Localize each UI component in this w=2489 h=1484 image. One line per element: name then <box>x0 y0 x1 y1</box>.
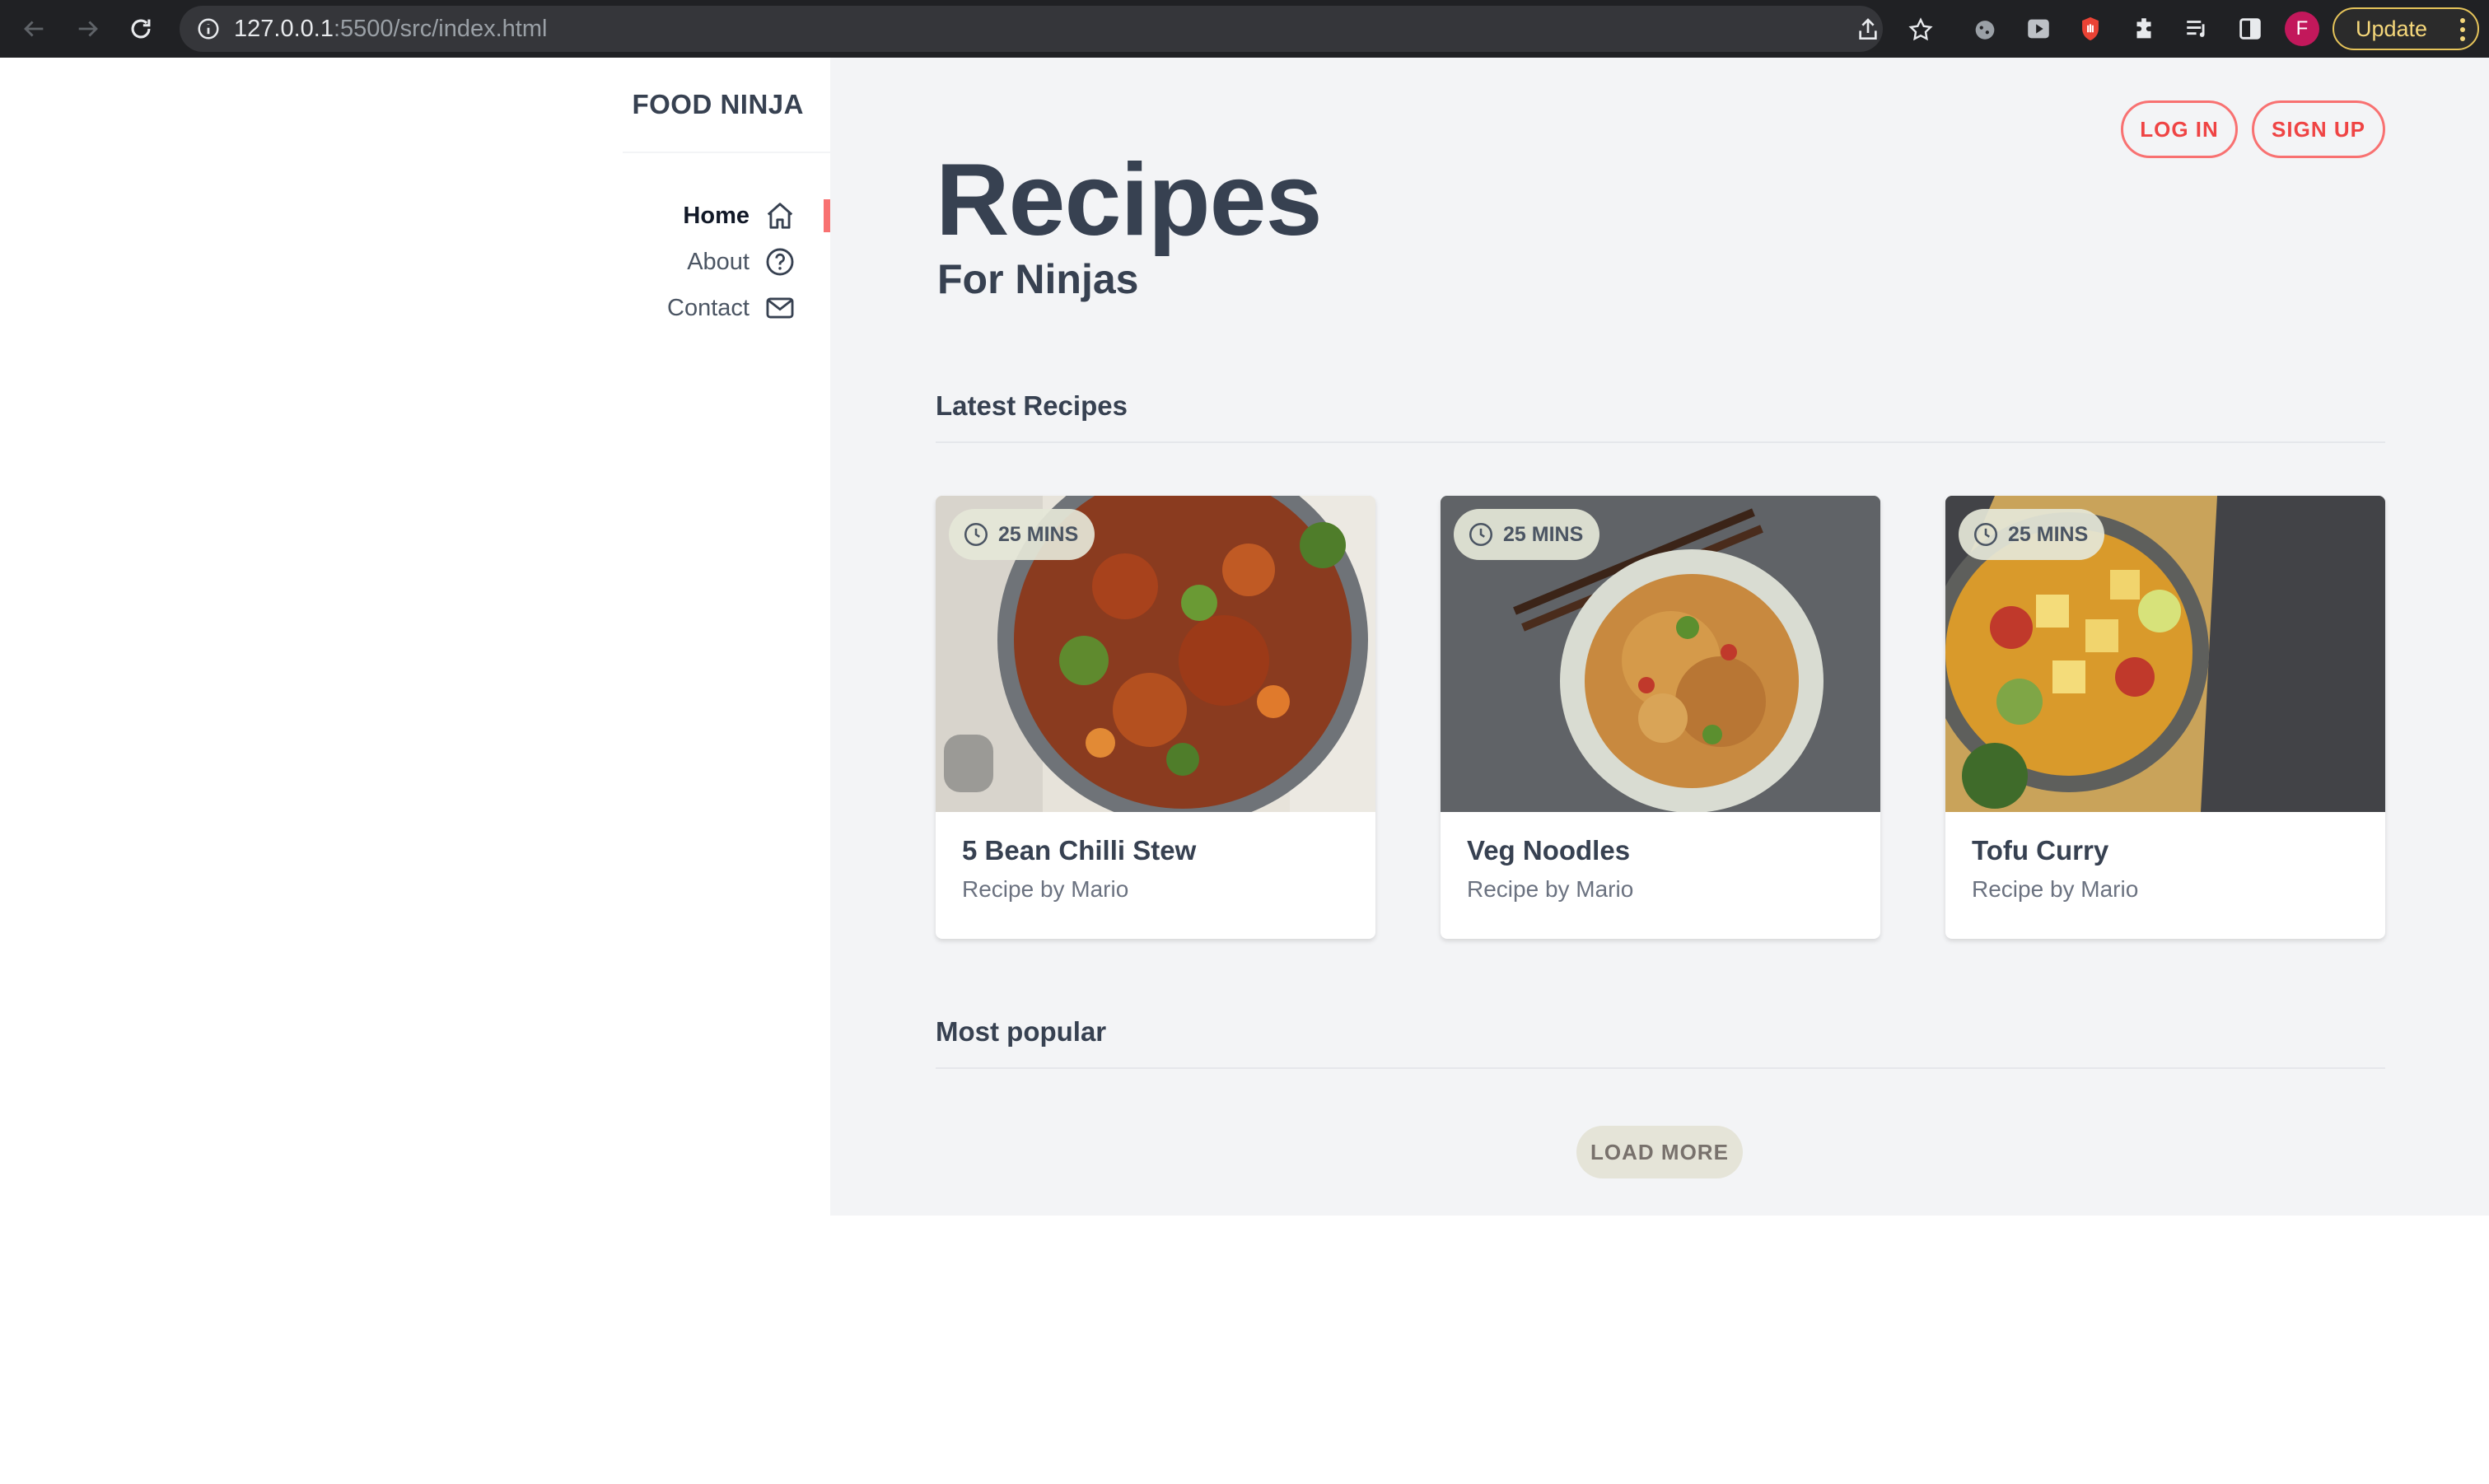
sidebar: FOOD NINJA Home About Contact <box>0 58 830 1216</box>
load-more-button[interactable]: LOAD MORE <box>1576 1126 1743 1178</box>
update-label: Update <box>2356 16 2428 41</box>
back-button[interactable] <box>16 12 51 46</box>
recipe-card[interactable]: 25 MINS Tofu Curry Recipe by Mario <box>1945 496 2385 939</box>
login-button[interactable]: LOG IN <box>2121 100 2238 158</box>
sidebar-item-label: Home <box>683 202 750 229</box>
url-path: :5500/src/index.html <box>333 16 548 42</box>
sidebar-item-home[interactable]: Home <box>683 198 796 234</box>
reload-button[interactable] <box>124 12 158 46</box>
extension-video[interactable] <box>2024 14 2053 44</box>
arrow-left-icon <box>24 21 44 37</box>
share-icon[interactable] <box>1855 16 1881 43</box>
recipe-card[interactable]: 25 MINS Veg Noodles Recipe by Mario <box>1441 496 1880 939</box>
sidebar-item-label: About <box>687 248 750 275</box>
section-divider <box>936 441 2385 443</box>
most-popular-heading: Most popular <box>936 1016 1107 1047</box>
extensions-button[interactable] <box>2129 14 2159 44</box>
reading-list-button[interactable] <box>2183 14 2212 44</box>
extension-stop[interactable] <box>2076 14 2105 44</box>
latest-recipes-heading: Latest Recipes <box>936 390 1128 421</box>
side-panel-button[interactable] <box>2235 14 2265 44</box>
puzzle-icon <box>2136 18 2151 39</box>
more-vert-icon <box>2460 18 2465 41</box>
time-badge: 25 MINS <box>1454 509 1600 560</box>
help-circle-icon <box>766 248 794 276</box>
cookie-icon <box>1975 21 1995 40</box>
reload-icon <box>131 19 151 39</box>
site-info-icon[interactable] <box>196 16 221 41</box>
mail-icon <box>766 297 794 319</box>
play-icon <box>2028 19 2049 39</box>
recipe-author: Recipe by Mario <box>1467 876 1634 902</box>
active-indicator <box>824 199 830 232</box>
time-label: 25 MINS <box>1503 522 1584 546</box>
url-host: 127.0.0.1 <box>234 16 334 42</box>
browser-toolbar: 127.0.0.1:5500/src/index.html F Update <box>0 0 2489 58</box>
arrow-right-icon <box>78 21 98 37</box>
brand-logo[interactable]: FOOD NINJA <box>632 89 804 120</box>
profile-avatar[interactable]: F <box>2285 12 2319 46</box>
page-subtitle: For Ninjas <box>937 256 1139 302</box>
url-text: 127.0.0.1:5500/src/index.html <box>234 16 547 41</box>
main-content: LOG IN SIGN UP Recipes For Ninjas Latest… <box>830 58 2489 1216</box>
time-label: 25 MINS <box>998 522 1079 546</box>
time-badge: 25 MINS <box>1959 509 2105 560</box>
update-button[interactable]: Update <box>2333 7 2479 50</box>
clock-icon <box>1469 522 1493 547</box>
sidebar-item-contact[interactable]: Contact <box>667 290 796 326</box>
side-panel-icon <box>2239 18 2261 40</box>
forward-button[interactable] <box>71 12 105 46</box>
hand-icon <box>2082 16 2099 41</box>
star-icon[interactable] <box>1908 16 1934 43</box>
recipe-author: Recipe by Mario <box>962 876 1129 902</box>
clock-icon <box>1973 522 1998 547</box>
playlist-icon <box>2187 21 2205 37</box>
brand-divider <box>623 152 830 153</box>
page-title: Recipes <box>936 143 1323 257</box>
section-divider <box>936 1067 2385 1069</box>
recipe-author: Recipe by Mario <box>1972 876 2139 902</box>
recipe-card[interactable]: 25 MINS 5 Bean Chilli Stew Recipe by Mar… <box>936 496 1375 939</box>
recipe-title: Tofu Curry <box>1972 835 2109 866</box>
address-bar[interactable]: 127.0.0.1:5500/src/index.html <box>180 6 1933 52</box>
time-label: 25 MINS <box>2008 522 2089 546</box>
time-badge: 25 MINS <box>949 509 1095 560</box>
recipe-title: 5 Bean Chilli Stew <box>962 835 1197 866</box>
sidebar-item-label: Contact <box>667 294 750 321</box>
home-icon <box>767 203 793 229</box>
clock-icon <box>964 522 988 547</box>
sidebar-item-about[interactable]: About <box>687 244 796 280</box>
extension-cookie[interactable] <box>1970 14 2000 44</box>
signup-button[interactable]: SIGN UP <box>2252 100 2385 158</box>
recipe-title: Veg Noodles <box>1467 835 1631 866</box>
